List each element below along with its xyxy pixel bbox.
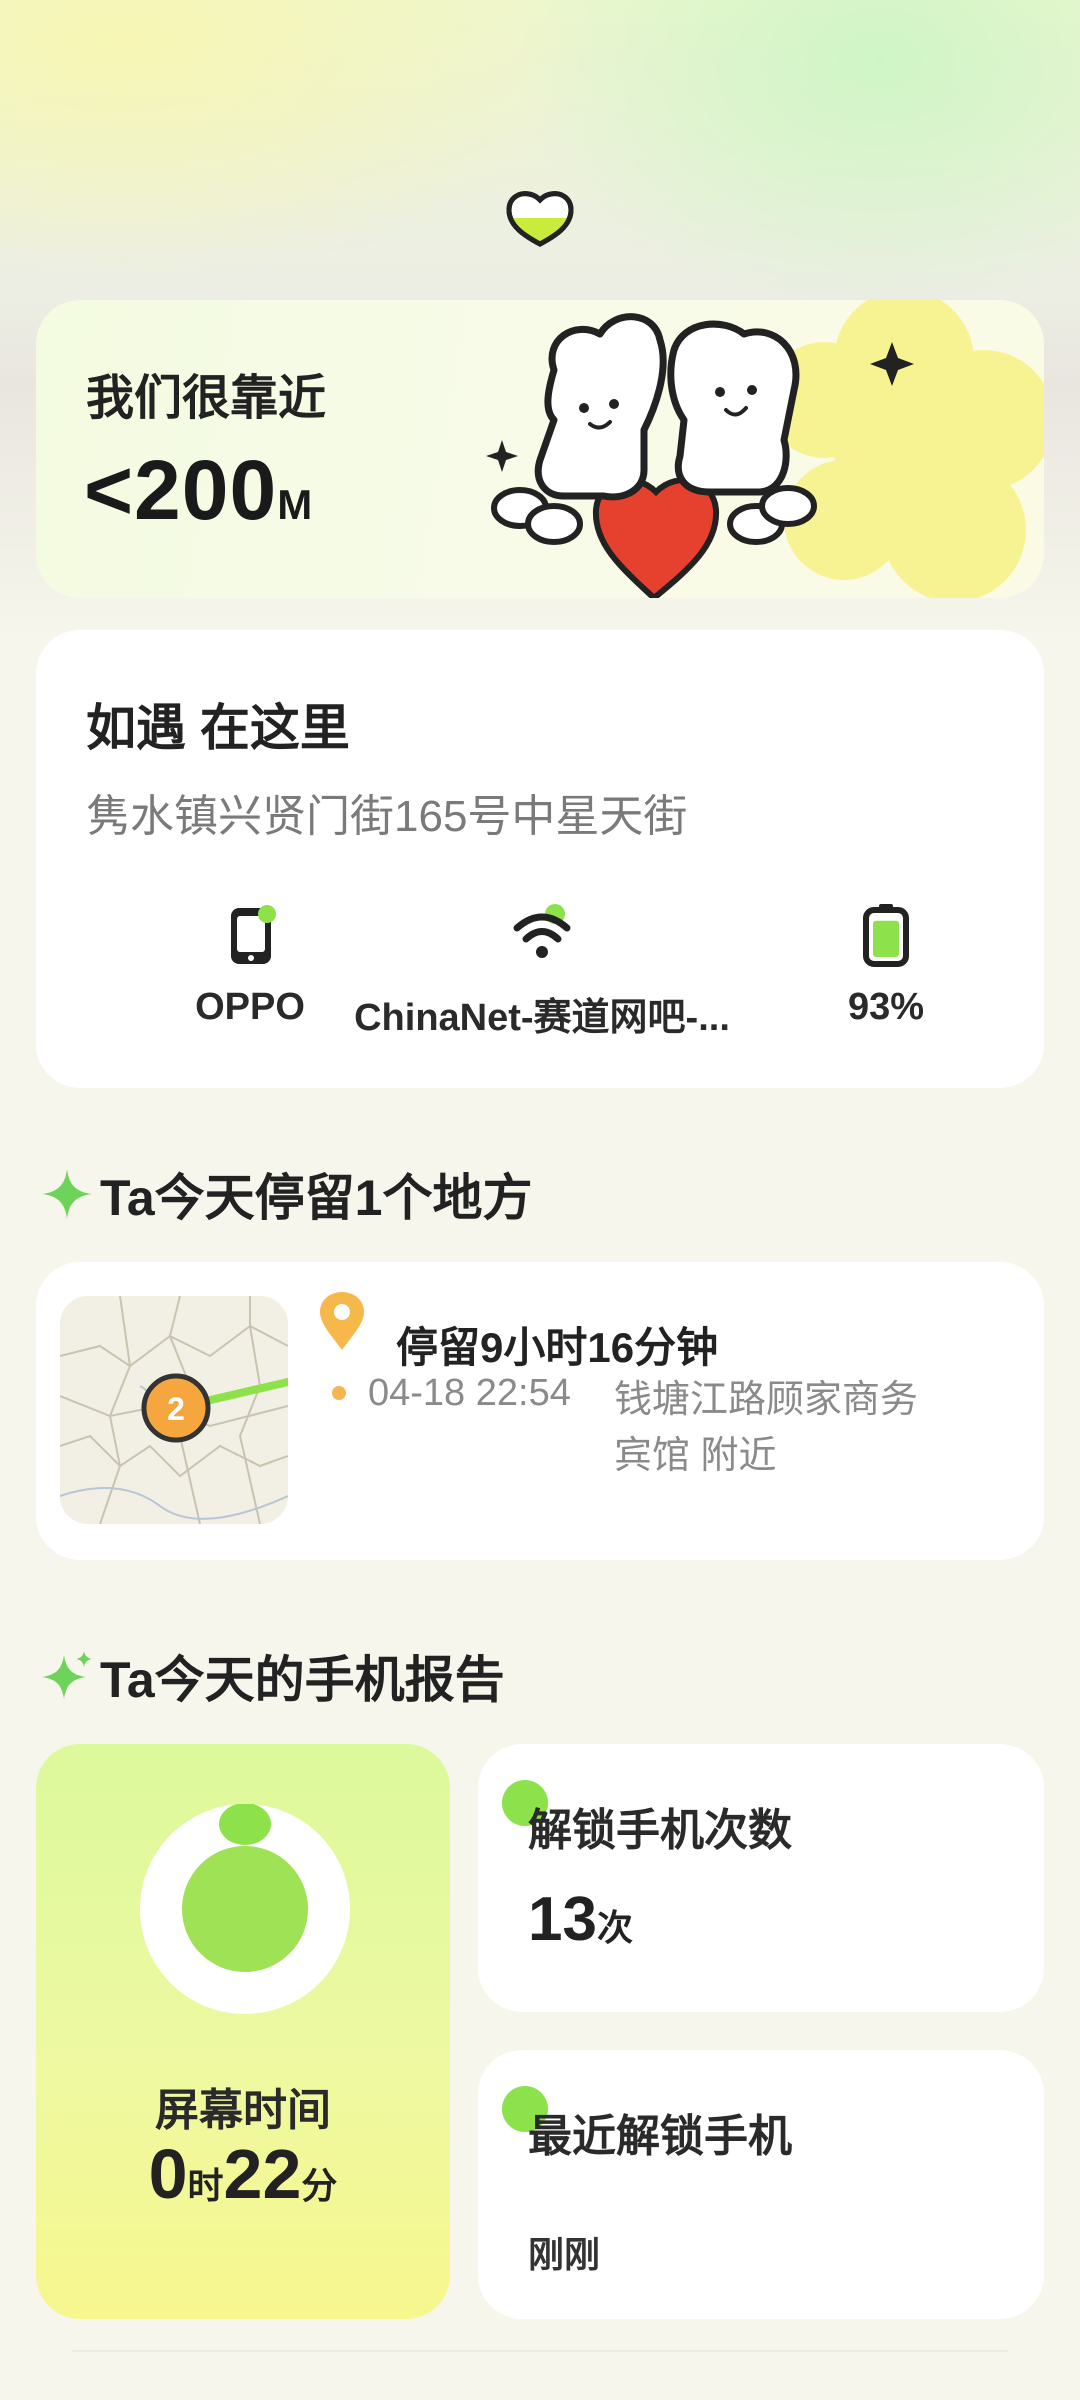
screen-time-ring [140,1804,350,2014]
sparkle-icon [42,1169,92,1219]
sparkle-icon [42,1651,92,1699]
location-address: 隽水镇兴贤门街165号中星天街 [86,792,688,841]
distance-unit: M [277,481,314,528]
recent-unlock-card[interactable]: 最近解锁手机 刚刚 [478,2050,1044,2319]
unlock-count-value: 13次 [528,1885,633,1954]
device-item-battery: 93% [806,900,966,1029]
distance-value: <200M [84,442,313,539]
distance-card[interactable]: 我们很靠近 <200M [36,300,1044,598]
screen-time-value: 0时22分 [148,2135,338,2213]
unlock-count-label: 解锁手机次数 [528,1806,792,1855]
couple-hearts-illustration [486,300,1044,598]
stay-card[interactable]: 2 停留9小时16分钟 04-18 22:54 钱塘江路顾家商务宾馆 附近 [36,1262,1044,1560]
device-item-wifi: ChinaNet-赛道网吧-... [342,900,742,1041]
screen-time-label: 屏幕时间 [155,2086,331,2135]
distance-number: <200 [84,443,278,537]
location-title: 如遇 在这里 [86,700,350,756]
recent-unlock-label: 最近解锁手机 [528,2112,792,2161]
device-item-phone: OPPO [152,900,348,1029]
distance-title: 我们很靠近 [86,372,327,425]
location-card[interactable]: 如遇 在这里 隽水镇兴贤门街165号中星天街 OPPO ChinaNet-赛道网… [36,630,1044,1088]
timeline-dot [332,1386,346,1400]
phone-icon [215,900,285,970]
heart-logo-icon [506,191,574,247]
map-marker-label: 2 [167,1391,185,1427]
screen-time-card[interactable]: 屏幕时间 0时22分 [36,1744,450,2319]
battery-level-label: 93% [847,986,925,1028]
map-thumbnail[interactable]: 2 [60,1296,288,1524]
divider [72,2350,1008,2352]
wifi-icon [507,900,577,970]
recent-unlock-value: 刚刚 [528,2234,601,2275]
wifi-name-label: ChinaNet-赛道网吧-... [354,997,730,1039]
stay-section-title: Ta今天停留1个地方 [40,1158,532,1230]
stay-time: 04-18 22:54 [368,1372,571,1414]
unlock-count-card[interactable]: 解锁手机次数 13次 [478,1744,1044,2012]
location-pin-icon [320,1292,364,1350]
stay-section-title-text: Ta今天停留1个地方 [100,1170,533,1226]
stay-place: 钱塘江路顾家商务宾馆 附近 [614,1379,919,1477]
report-section-title: Ta今天的手机报告 [40,1640,505,1712]
report-section-title-text: Ta今天的手机报告 [100,1652,505,1708]
device-model-label: OPPO [195,986,305,1028]
battery-icon [851,900,921,970]
stay-duration: 停留9小时16分钟 [396,1324,719,1371]
